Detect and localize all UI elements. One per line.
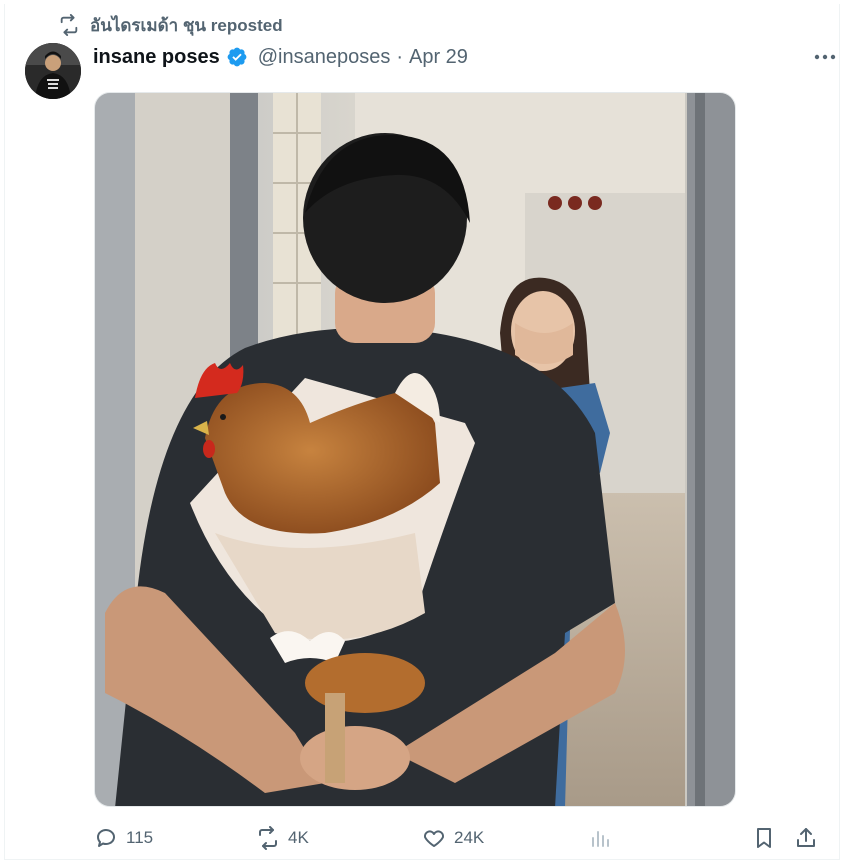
reply-button[interactable]: 115 — [94, 822, 153, 854]
display-name[interactable]: insane poses — [93, 46, 220, 69]
views-button[interactable] — [588, 822, 612, 854]
repost-user[interactable]: อันไดรเมด้า ชุน — [90, 16, 206, 35]
repost-count: 4K — [288, 828, 309, 847]
action-bar: 115 4K 24K — [94, 822, 824, 854]
reply-icon — [97, 829, 115, 847]
heart-icon — [423, 830, 445, 847]
avatar[interactable] — [25, 43, 81, 99]
handle[interactable]: @insaneposes — [258, 46, 391, 69]
reply-count: 115 — [126, 828, 154, 847]
repost-icon — [60, 14, 78, 36]
repost-button[interactable]: 4K — [256, 822, 309, 854]
bookmark-icon — [757, 828, 771, 848]
photo-illustration — [95, 93, 735, 806]
repost-context: อันไดรเมด้า ชุน reposted — [58, 13, 283, 37]
tweet-photo[interactable] — [94, 92, 736, 807]
more-icon — [814, 54, 836, 60]
repost-icon — [259, 826, 277, 850]
repost-label: reposted — [210, 15, 283, 35]
separator: · — [396, 45, 403, 68]
more-button[interactable] — [810, 44, 840, 70]
bookmark-button[interactable] — [752, 822, 776, 854]
share-button[interactable] — [794, 822, 818, 854]
tweet-date[interactable]: Apr 29 — [409, 46, 468, 69]
views-icon — [592, 831, 609, 847]
verified-badge-icon — [227, 47, 247, 67]
share-icon — [797, 828, 815, 847]
tweet-header: insane poses @insaneposes · Apr 29 — [93, 42, 468, 72]
like-button[interactable]: 24K — [422, 822, 484, 854]
like-count: 24K — [454, 828, 485, 847]
